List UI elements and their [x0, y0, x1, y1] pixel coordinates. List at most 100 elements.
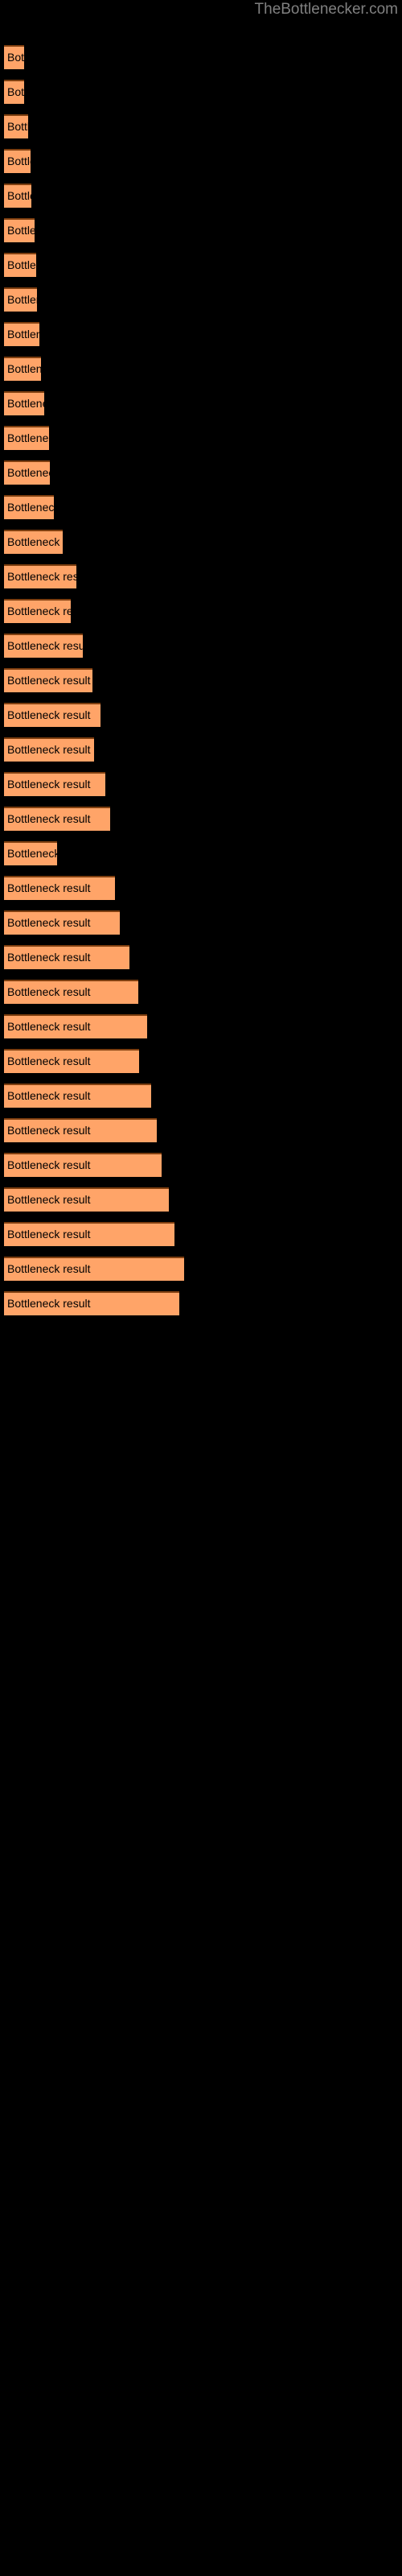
bar-row: Bottleneck result — [0, 530, 402, 554]
bar-label: Bottleneck result — [7, 51, 24, 64]
bar[interactable]: Bottleneck result — [4, 460, 50, 485]
bar[interactable]: Bottleneck result — [4, 564, 76, 588]
bar[interactable]: Bottleneck result — [4, 1291, 179, 1315]
bar-label: Bottleneck result — [7, 951, 91, 964]
bar-label: Bottleneck result — [7, 743, 91, 756]
bar-label: Bottleneck result — [7, 570, 76, 583]
bar[interactable]: Bottleneck result — [4, 1049, 139, 1073]
bar[interactable]: Bottleneck result — [4, 1222, 174, 1246]
bar-label: Bottleneck result — [7, 466, 50, 479]
bar[interactable]: Bottleneck result — [4, 841, 57, 865]
bar[interactable]: Bottleneck result — [4, 599, 71, 623]
bar[interactable]: Bottleneck result — [4, 530, 63, 554]
bar-row: Bottleneck result — [0, 114, 402, 138]
bottleneck-bar-chart: Bottleneck result Bottleneck result Bottle… — [0, 0, 402, 2576]
bar-label: Bottleneck result — [7, 1055, 91, 1067]
bar[interactable]: Bottleneck result — [4, 426, 49, 450]
bar-label: Bottleneck result — [7, 431, 49, 444]
bar-row: Bottleneck result — [0, 876, 402, 900]
bar-row: Bottleneck result — [0, 634, 402, 658]
bar-label: Bottleneck result — [7, 1193, 91, 1206]
bar[interactable]: Bottleneck result — [4, 910, 120, 935]
bar-label: Bottleneck result — [7, 1089, 91, 1102]
bar-label: Bottleneck result — [7, 674, 91, 687]
bar[interactable]: Bottleneck result — [4, 80, 24, 104]
bar[interactable]: Bottleneck result — [4, 357, 41, 381]
bar-row: Bottleneck result — [0, 322, 402, 346]
bar-label: Bottleneck result — [7, 535, 63, 548]
bar-label: Bottleneck result — [7, 1262, 91, 1275]
bar[interactable]: Bottleneck result — [4, 253, 36, 277]
bar-row: Bottleneck result — [0, 357, 402, 381]
bar-row: Bottleneck result — [0, 391, 402, 415]
bar-row: Bottleneck result — [0, 1187, 402, 1212]
bar-label: Bottleneck result — [7, 812, 91, 825]
bar-row: Bottleneck result — [0, 184, 402, 208]
bar-label: Bottleneck result — [7, 501, 54, 514]
bar-row: Bottleneck result — [0, 1014, 402, 1038]
bar-row: Bottleneck result — [0, 287, 402, 312]
bar[interactable]: Bottleneck result — [4, 772, 105, 796]
bar-row: Bottleneck result — [0, 703, 402, 727]
bar-row: Bottleneck result — [0, 772, 402, 796]
bar[interactable]: Bottleneck result — [4, 807, 110, 831]
bar[interactable]: Bottleneck result — [4, 1187, 169, 1212]
bar-label: Bottleneck result — [7, 985, 91, 998]
bar-label: Bottleneck result — [7, 1158, 91, 1171]
bar[interactable]: Bottleneck result — [4, 1084, 151, 1108]
bar-row: Bottleneck result — [0, 1257, 402, 1281]
bar-label: Bottleneck result — [7, 155, 31, 167]
bar[interactable]: Bottleneck result — [4, 1118, 157, 1142]
bar-label: Bottleneck result — [7, 1228, 91, 1241]
bar-row: Bottleneck result — [0, 564, 402, 588]
bar[interactable]: Bottleneck result — [4, 668, 92, 692]
bar-label: Bottleneck result — [7, 1124, 91, 1137]
bar-row: Bottleneck result — [0, 1049, 402, 1073]
bar-label: Bottleneck result — [7, 189, 31, 202]
bar-row: Bottleneck result — [0, 945, 402, 969]
bar-label: Bottleneck result — [7, 397, 44, 410]
bar-label: Bottleneck result — [7, 778, 91, 791]
bar-row: Bottleneck result — [0, 1084, 402, 1108]
bar[interactable]: Bottleneck result — [4, 1257, 184, 1281]
bar[interactable]: Bottleneck result — [4, 876, 115, 900]
bar[interactable]: Bottleneck result — [4, 149, 31, 173]
bar[interactable]: Bottleneck result — [4, 1153, 162, 1177]
bottleneck-chart-page: TheBottlenecker.com Bottleneck resultBot… — [0, 0, 402, 2576]
bar[interactable]: Bottleneck result — [4, 184, 31, 208]
bar[interactable]: Bottleneck result — [4, 495, 54, 519]
bar[interactable]: Bottleneck result — [4, 45, 24, 69]
bar[interactable]: Bottleneck result — [4, 980, 138, 1004]
bar[interactable]: Bottleneck result — [4, 287, 37, 312]
bar-row: Bottleneck result — [0, 841, 402, 865]
bar-label: Bottleneck result — [7, 639, 83, 652]
bar-row: Bottleneck result — [0, 426, 402, 450]
bar-label: Bottleneck result — [7, 847, 57, 860]
bar-label: Bottleneck result — [7, 293, 37, 306]
bar-row: Bottleneck result — [0, 1291, 402, 1315]
bar-row: Bottleneck result — [0, 599, 402, 623]
bar-label: Bottleneck result — [7, 362, 41, 375]
bar-label: Bottleneck result — [7, 258, 36, 271]
bar[interactable]: Bottleneck result — [4, 114, 28, 138]
bar-row: Bottleneck result — [0, 218, 402, 242]
bar[interactable]: Bottleneck result — [4, 218, 35, 242]
bar-label: Bottleneck result — [7, 708, 91, 721]
bar-label: Bottleneck result — [7, 916, 91, 929]
bar[interactable]: Bottleneck result — [4, 634, 83, 658]
bar-label: Bottleneck result — [7, 605, 71, 617]
bar[interactable]: Bottleneck result — [4, 945, 129, 969]
bar[interactable]: Bottleneck result — [4, 322, 39, 346]
bar-row: Bottleneck result — [0, 1222, 402, 1246]
bar-label: Bottleneck result — [7, 85, 24, 98]
bar[interactable]: Bottleneck result — [4, 391, 44, 415]
bar-label: Bottleneck result — [7, 328, 39, 341]
bar-row: Bottleneck result — [0, 80, 402, 104]
bar[interactable]: Bottleneck result — [4, 1014, 147, 1038]
bar[interactable]: Bottleneck result — [4, 737, 94, 762]
bar[interactable]: Bottleneck result — [4, 703, 100, 727]
bar-row: Bottleneck result — [0, 910, 402, 935]
bar-row: Bottleneck result — [0, 807, 402, 831]
bar-label: Bottleneck result — [7, 881, 91, 894]
bar-label: Bottleneck result — [7, 120, 28, 133]
